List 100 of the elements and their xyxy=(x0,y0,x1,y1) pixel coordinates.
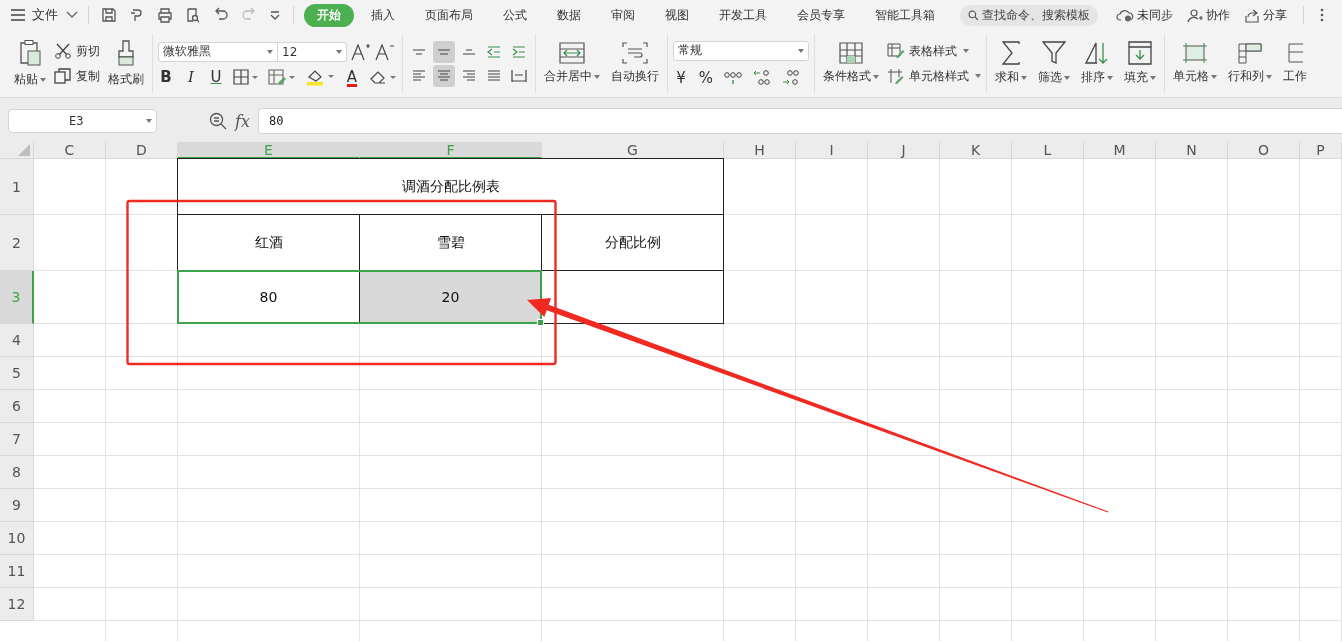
currency-button[interactable]: ¥ xyxy=(673,68,689,87)
font-color-button[interactable]: A xyxy=(344,67,360,86)
column-header[interactable]: H xyxy=(724,142,796,159)
row-header[interactable]: 1 xyxy=(0,159,34,215)
borders-icon[interactable] xyxy=(233,68,259,85)
file-menu[interactable]: 文件 xyxy=(32,6,58,24)
tool-button[interactable]: 求和 xyxy=(992,39,1030,88)
format-painter-button[interactable]: 格式刷 xyxy=(105,37,147,90)
row-header[interactable]: 6 xyxy=(0,390,34,423)
row-header[interactable]: 10 xyxy=(0,522,34,555)
align-right-icon xyxy=(461,68,477,83)
search-icon xyxy=(968,7,979,23)
tool-button[interactable]: 工作 xyxy=(1280,40,1310,87)
style-button[interactable]: 单元格样式 xyxy=(887,67,981,85)
increase-decimal-icon[interactable] xyxy=(752,68,772,87)
wrap-text-icon xyxy=(622,42,648,64)
row-header[interactable]: 9 xyxy=(0,489,34,522)
column-header[interactable]: N xyxy=(1156,142,1228,159)
decrease-indent-icon xyxy=(487,45,501,58)
column-header[interactable]: M xyxy=(1084,142,1156,159)
column-header[interactable]: P xyxy=(1300,142,1342,159)
function-label[interactable]: fx xyxy=(235,111,250,131)
ribbon-tab[interactable]: 视图 xyxy=(652,3,702,27)
caret-icon xyxy=(975,74,981,78)
row-header[interactable]: 8 xyxy=(0,456,34,489)
tool-button[interactable]: 单元格 xyxy=(1170,40,1220,87)
paste-button[interactable]: 粘贴 xyxy=(11,37,49,90)
caret-icon xyxy=(1107,75,1113,80)
undo-icon[interactable] xyxy=(213,7,229,23)
decrease-decimal-icon[interactable] xyxy=(781,68,801,87)
increase-font-icon[interactable] xyxy=(351,42,371,61)
toolbar-action[interactable]: 分享 xyxy=(1244,6,1287,24)
underline-button[interactable]: U xyxy=(208,67,224,86)
save-icon[interactable] xyxy=(101,7,117,23)
align-center-icon xyxy=(436,68,452,83)
copy-button[interactable]: 复制 xyxy=(54,67,100,85)
ribbon-tab[interactable]: 插入 xyxy=(358,3,408,27)
formula-input[interactable]: 80 xyxy=(257,108,1342,134)
zoom-icon[interactable] xyxy=(209,112,227,130)
column-header[interactable]: J xyxy=(868,142,940,159)
ribbon-tab[interactable]: 页面布局 xyxy=(412,3,486,27)
caret-icon xyxy=(1021,75,1027,80)
row-header[interactable]: 12 xyxy=(0,588,34,621)
tool-button[interactable]: 填充 xyxy=(1121,39,1159,88)
scissors-icon xyxy=(54,43,72,59)
more-icon[interactable] xyxy=(1320,8,1324,22)
toolbar-action[interactable]: 未同步 xyxy=(1116,6,1173,24)
row-header[interactable]: 5 xyxy=(0,357,34,390)
chevron-down-icon[interactable] xyxy=(66,11,78,19)
ribbon-tab[interactable]: 开发工具 xyxy=(706,3,780,27)
print-preview-icon[interactable] xyxy=(185,7,201,23)
cell-style-icon[interactable] xyxy=(268,68,296,85)
column-header[interactable]: C xyxy=(34,142,106,159)
name-box[interactable]: E3 xyxy=(8,109,157,133)
cell-icon xyxy=(1182,42,1208,64)
column-header[interactable]: I xyxy=(796,142,868,159)
row-header[interactable]: 11 xyxy=(0,555,34,588)
caret-icon xyxy=(594,74,600,79)
tool-button[interactable]: 筛选 xyxy=(1035,39,1073,88)
row-header[interactable]: 2 xyxy=(0,215,34,271)
toolbar-action[interactable]: 协作 xyxy=(1187,6,1230,24)
conditional-format-button[interactable]: 条件格式 xyxy=(820,40,882,87)
wrap-text-button[interactable]: 自动换行 xyxy=(608,40,662,87)
rows-columns-icon xyxy=(1237,42,1263,64)
search-field[interactable]: 查找命令、搜索模板 xyxy=(960,4,1098,26)
thousands-separator-icon[interactable] xyxy=(723,69,743,86)
align-bottom-icon xyxy=(462,48,476,55)
customize-icon[interactable] xyxy=(269,9,281,21)
worksheet-icon xyxy=(1287,42,1303,64)
percent-button[interactable]: % xyxy=(698,68,714,87)
cut-button[interactable]: 剪切 xyxy=(54,42,100,60)
number-format-field[interactable]: 常规 xyxy=(673,40,809,61)
ribbon-tab[interactable]: 智能工具箱 xyxy=(862,3,948,27)
copy-icon xyxy=(54,68,72,84)
alignment-button[interactable] xyxy=(433,64,455,87)
ribbon-tab[interactable]: 审阅 xyxy=(598,3,648,27)
merge-cells-icon xyxy=(559,42,585,64)
bold-button[interactable]: B xyxy=(158,67,174,86)
row-header[interactable]: 7 xyxy=(0,423,34,456)
merge-center-button[interactable]: 合并居中 xyxy=(541,40,603,87)
column-header[interactable]: K xyxy=(940,142,1012,159)
italic-button[interactable]: I xyxy=(183,67,199,86)
ribbon-tab[interactable]: 数据 xyxy=(544,3,594,27)
row-header[interactable]: 4 xyxy=(0,324,34,357)
decrease-font-icon[interactable] xyxy=(375,42,395,61)
tool-button[interactable]: 排序 xyxy=(1078,39,1116,88)
alignment-button[interactable] xyxy=(433,40,455,63)
column-header[interactable]: O xyxy=(1228,142,1300,159)
ribbon-tab[interactable]: 会员专享 xyxy=(784,3,858,27)
fill-down-icon xyxy=(1128,41,1152,65)
column-header[interactable]: D xyxy=(106,142,178,159)
column-header[interactable]: L xyxy=(1012,142,1084,159)
align-top-icon xyxy=(412,48,426,55)
tool-button[interactable]: 行和列 xyxy=(1225,40,1275,87)
font-size-field[interactable]: 12 xyxy=(277,41,347,62)
print-icon[interactable] xyxy=(157,7,173,23)
menu-icon[interactable] xyxy=(10,8,26,22)
font-name-field[interactable]: 微软雅黑 xyxy=(158,41,278,62)
style-button[interactable]: 表格样式 xyxy=(887,42,981,60)
ribbon-tab[interactable]: 公式 xyxy=(490,3,540,27)
